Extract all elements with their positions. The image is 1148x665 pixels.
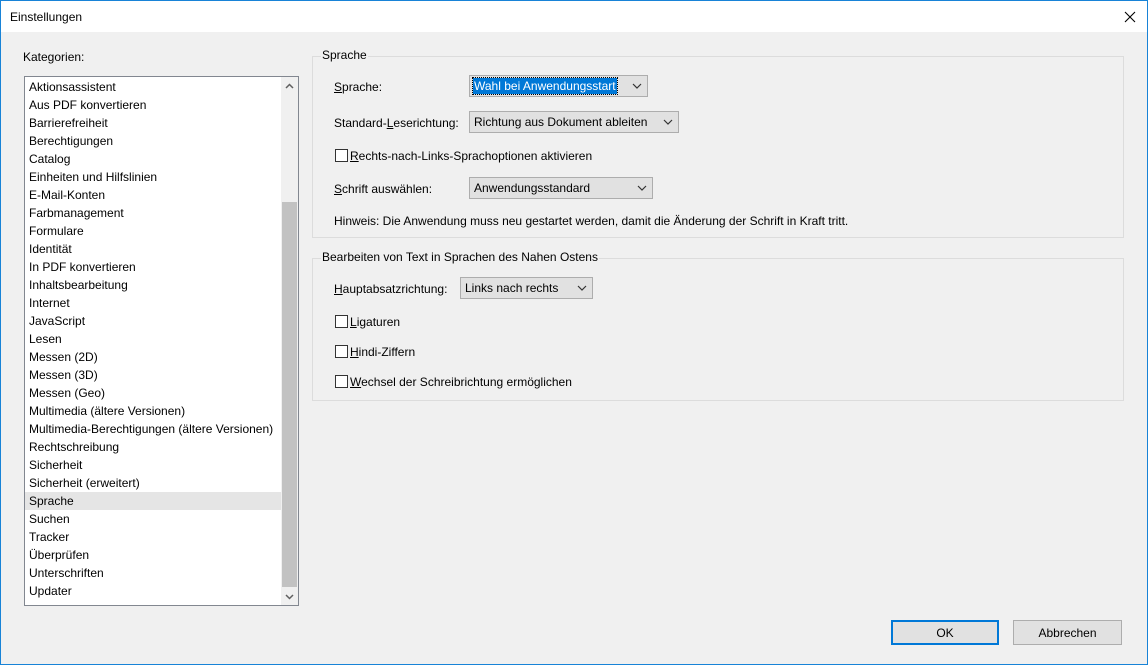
category-list-item[interactable]: Messen (3D) (25, 366, 282, 384)
category-list-item[interactable]: Messen (2D) (25, 348, 282, 366)
schrift-dropdown-value: Anwendungsstandard (474, 181, 591, 195)
category-list-item[interactable]: Catalog (25, 150, 282, 168)
hauptabsatzrichtung-dropdown-value: Links nach rechts (465, 281, 559, 295)
hinweis-text: Hinweis: Die Anwendung muss neu gestarte… (334, 214, 849, 228)
category-list-item[interactable]: Multimedia-Berechtigungen (ältere Versio… (25, 420, 282, 438)
title-bar: Einstellungen (1, 1, 1147, 32)
hauptabsatzrichtung-label: Hauptabsatzrichtung: (334, 282, 448, 296)
leserichtung-dropdown[interactable]: Richtung aus Dokument ableiten (469, 111, 679, 133)
cancel-button-label: Abbrechen (1038, 625, 1097, 640)
category-list-item[interactable]: Updater (25, 582, 282, 600)
sprache-group: Sprache (312, 48, 1124, 238)
sprache-dropdown[interactable]: Wahl bei Anwendungsstart (469, 75, 648, 97)
category-list-item[interactable]: Formulare (25, 222, 282, 240)
category-list-item[interactable]: Barrierefreiheit (25, 114, 282, 132)
category-list-item[interactable]: In PDF konvertieren (25, 258, 282, 276)
category-list-item[interactable]: Identität (25, 240, 282, 258)
rtl-options-checkbox[interactable] (335, 149, 348, 162)
sprache-group-title: Sprache (321, 48, 368, 62)
wechsel-label[interactable]: Wechsel der Schreibrichtung ermöglichen (350, 375, 572, 389)
category-list-item[interactable]: Sicherheit (erweitert) (25, 474, 282, 492)
sprache-dropdown-value: Wahl bei Anwendungsstart (472, 77, 618, 95)
categories-scrollbar[interactable] (281, 77, 298, 605)
categories-label-text: Kategorien: (23, 50, 85, 64)
category-list-item[interactable]: Einheiten und Hilfslinien (25, 168, 282, 186)
close-button[interactable] (1113, 1, 1147, 32)
schrift-label: Schrift auswählen: (334, 182, 433, 196)
hindi-ziffern-checkbox[interactable] (335, 345, 348, 358)
wechsel-checkbox[interactable] (335, 375, 348, 388)
cancel-button[interactable]: Abbrechen (1013, 620, 1122, 645)
category-list-item[interactable]: Sicherheit (25, 456, 282, 474)
category-list-item[interactable]: Aktionsassistent (25, 78, 282, 96)
scrollbar-thumb[interactable] (282, 202, 297, 587)
settings-dialog: Einstellungen Kategorien: Aktionsassiste… (0, 0, 1148, 665)
sprache-label: Sprache: (334, 80, 383, 94)
category-list-item[interactable]: E-Mail-Konten (25, 186, 282, 204)
category-list-item[interactable]: Sprache (25, 492, 282, 510)
category-list-item[interactable]: Berechtigungen (25, 132, 282, 150)
chevron-up-icon (285, 82, 294, 89)
categories-list-items: Aktionsassistent Aus PDF konvertieren Barr… (25, 78, 282, 600)
chevron-down-icon (663, 119, 673, 125)
ok-button-label: OK (936, 625, 954, 640)
nahost-group-title: Bearbeiten von Text in Sprachen des Nahe… (321, 250, 599, 264)
ligaturen-checkbox[interactable] (335, 315, 348, 328)
rtl-options-label[interactable]: Rechts-nach-Links-Sprachoptionen aktivie… (350, 149, 592, 163)
chevron-down-icon (285, 593, 294, 600)
leserichtung-label: Standard-Leserichtung: (334, 116, 459, 130)
category-list-item[interactable]: Rechtschreibung (25, 438, 282, 456)
category-list-item[interactable]: Lesen (25, 330, 282, 348)
chevron-down-icon (637, 185, 647, 191)
close-icon (1124, 11, 1136, 22)
category-list-item[interactable]: Farbmanagement (25, 204, 282, 222)
hauptabsatzrichtung-dropdown[interactable]: Links nach rechts (460, 277, 593, 299)
chevron-down-icon (577, 285, 587, 291)
scroll-down-button[interactable] (281, 588, 298, 605)
category-list-item[interactable]: Internet (25, 294, 282, 312)
category-list-item[interactable]: JavaScript (25, 312, 282, 330)
category-list-item[interactable]: Tracker (25, 528, 282, 546)
ok-button[interactable]: OK (891, 620, 999, 645)
categories-label: Kategorien: (23, 50, 84, 64)
scroll-up-button[interactable] (281, 77, 298, 94)
categories-list[interactable]: Aktionsassistent Aus PDF konvertieren Barr… (24, 76, 299, 606)
category-list-item[interactable]: Inhaltsbearbeitung (25, 276, 282, 294)
category-list-item[interactable]: Multimedia (ältere Versionen) (25, 402, 282, 420)
category-list-item[interactable]: Suchen (25, 510, 282, 528)
hindi-ziffern-label[interactable]: Hindi-Ziffern (350, 345, 415, 359)
window-title: Einstellungen (10, 10, 83, 24)
category-list-item[interactable]: Aus PDF konvertieren (25, 96, 282, 114)
leserichtung-dropdown-value: Richtung aus Dokument ableiten (474, 115, 648, 129)
category-list-item[interactable]: Messen (Geo) (25, 384, 282, 402)
chevron-down-icon (632, 83, 642, 89)
schrift-dropdown[interactable]: Anwendungsstandard (469, 177, 653, 199)
category-list-item[interactable]: Überprüfen (25, 546, 282, 564)
ligaturen-label[interactable]: Ligaturen (350, 315, 400, 329)
category-list-item[interactable]: Unterschriften (25, 564, 282, 582)
